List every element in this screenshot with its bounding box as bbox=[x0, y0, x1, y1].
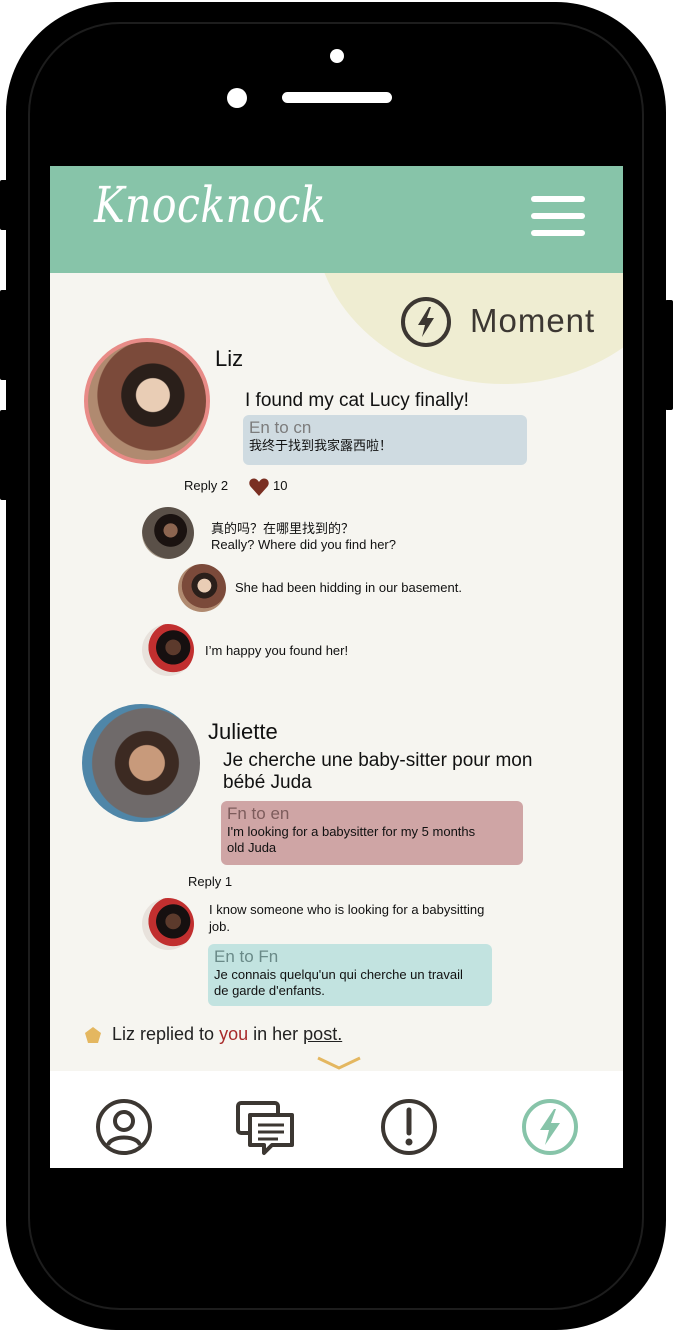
reply-avatar[interactable] bbox=[142, 624, 194, 676]
translation-language: En to cn bbox=[249, 418, 312, 437]
reply-text-line2: job. bbox=[209, 919, 230, 934]
translation-text: 我终于找到我家露西啦！ bbox=[249, 438, 393, 453]
reply-text-en: Really? Where did you find her? bbox=[211, 537, 396, 552]
translation-bubble[interactable]: En to cn 我终于找到我家露西啦！ bbox=[243, 415, 527, 465]
translation-language: Fn to en bbox=[227, 804, 290, 823]
notification-post-link[interactable]: post. bbox=[303, 1024, 342, 1044]
notification-you: you bbox=[219, 1024, 249, 1044]
notification-middle: in her bbox=[253, 1024, 299, 1044]
translation-text-line1: Je connais quelqu'un qui cherche un trav… bbox=[214, 967, 463, 982]
post-author[interactable]: Juliette bbox=[208, 719, 278, 745]
app-header: Knocknock bbox=[50, 166, 623, 273]
post-message-line2: bébé Juda bbox=[223, 772, 312, 793]
translation-text-line1: I'm looking for a babysitter for my 5 mo… bbox=[227, 824, 476, 839]
translation-text-line2: de garde d'enfants. bbox=[214, 983, 325, 998]
moment-title: Moment bbox=[470, 302, 596, 339]
reply-count-button[interactable]: Reply 2 bbox=[184, 478, 228, 493]
proximity-sensor bbox=[227, 88, 247, 108]
chevron-down-icon[interactable] bbox=[316, 1056, 362, 1070]
reply-text-cn: 真的吗？在哪里找到的？ bbox=[211, 521, 355, 536]
front-camera bbox=[330, 49, 344, 63]
translation-bubble[interactable]: Fn to en I'm looking for a babysitter fo… bbox=[221, 801, 523, 865]
post-message-line1: Je cherche une baby-sitter pour mon bbox=[223, 750, 533, 771]
mute-switch bbox=[0, 180, 8, 230]
app-screen: Knocknock Moment Liz I found my cat Lucy… bbox=[50, 166, 623, 1168]
avatar-liz[interactable] bbox=[84, 338, 210, 464]
reply-text: I’m happy you found her! bbox=[205, 643, 349, 658]
translation-text-line2: old Juda bbox=[227, 840, 277, 855]
lightning-icon[interactable] bbox=[401, 297, 451, 347]
power-button bbox=[665, 300, 673, 410]
volume-down-button bbox=[0, 410, 8, 500]
reply-avatar[interactable] bbox=[142, 507, 194, 559]
like-count: 10 bbox=[273, 478, 288, 493]
moment-nav-icon[interactable] bbox=[520, 1097, 580, 1157]
chat-icon[interactable] bbox=[236, 1097, 296, 1157]
reply-avatar[interactable] bbox=[142, 898, 194, 950]
post-message: I found my cat Lucy finally! bbox=[245, 390, 469, 411]
bottom-nav bbox=[50, 1071, 623, 1168]
reply-text: She had been hidding in our basement. bbox=[235, 580, 462, 595]
menu-icon[interactable] bbox=[531, 196, 585, 240]
notification-banner[interactable]: Liz replied to you in her post. bbox=[112, 1024, 342, 1045]
heart-icon[interactable] bbox=[248, 476, 270, 498]
avatar-juliette[interactable] bbox=[82, 704, 200, 822]
notification-prefix: Liz replied to bbox=[112, 1024, 215, 1044]
profile-icon[interactable] bbox=[94, 1097, 154, 1157]
app-logo: Knocknock bbox=[94, 176, 327, 234]
reply-text-line1: I know someone who is looking for a baby… bbox=[209, 902, 485, 917]
alert-icon[interactable] bbox=[379, 1097, 439, 1157]
post-author[interactable]: Liz bbox=[215, 346, 243, 372]
pentagon-icon bbox=[85, 1027, 101, 1043]
reply-count-button[interactable]: Reply 1 bbox=[188, 874, 232, 889]
translation-language: En to Fn bbox=[214, 947, 279, 966]
translation-bubble[interactable]: En to Fn Je connais quelqu'un qui cherch… bbox=[208, 944, 492, 1006]
reply-avatar[interactable] bbox=[178, 564, 226, 612]
earpiece-speaker bbox=[282, 92, 392, 103]
volume-up-button bbox=[0, 290, 8, 380]
